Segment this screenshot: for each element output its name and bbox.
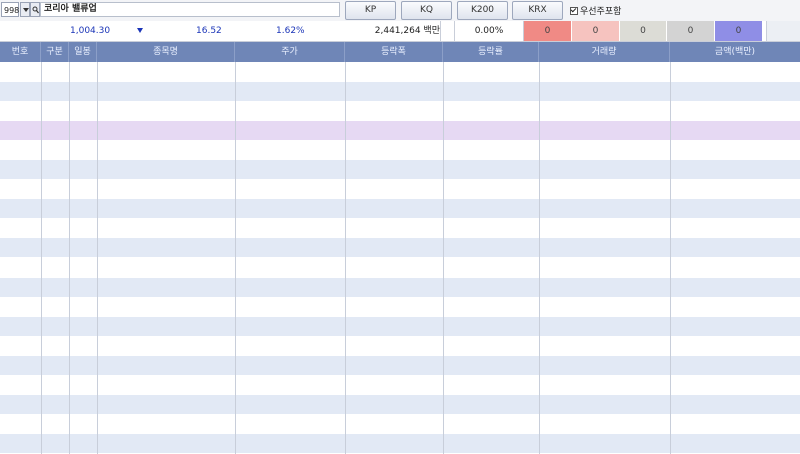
column-divider xyxy=(443,62,444,454)
col-header-change[interactable]: 등락폭 xyxy=(345,42,443,62)
table-row[interactable] xyxy=(0,258,800,277)
table-row[interactable] xyxy=(0,238,800,258)
count-flat: 0 xyxy=(620,21,667,41)
include-preferred-label: 우선주포함 xyxy=(580,7,622,17)
count-up: 0 xyxy=(572,21,620,41)
column-divider xyxy=(670,62,671,454)
col-header-no[interactable]: 번호 xyxy=(0,42,41,62)
toolbar: 998 코리아 밸류업 KP KQ K200 KRX 우선주포함 xyxy=(0,0,800,22)
table-row[interactable] xyxy=(0,356,800,375)
table-row[interactable] xyxy=(0,434,800,454)
kp-button[interactable]: KP xyxy=(345,1,396,20)
count-upper-limit: 0 xyxy=(524,21,572,41)
table-row[interactable] xyxy=(0,277,800,297)
column-divider xyxy=(69,62,70,454)
table-row[interactable] xyxy=(0,179,800,199)
chevron-down-icon[interactable] xyxy=(20,2,30,17)
table-row[interactable] xyxy=(0,160,800,179)
table-row[interactable] xyxy=(0,316,800,336)
table-row[interactable] xyxy=(0,218,800,238)
count-lower-limit: 0 xyxy=(715,21,763,41)
krx-button[interactable]: KRX xyxy=(512,1,563,20)
table-header: 번호 구분 일봉 종목명 주가 등락폭 등락률 거래량 금액(백만) xyxy=(0,42,800,62)
table-row[interactable] xyxy=(0,120,800,140)
table-row[interactable] xyxy=(0,336,800,356)
search-icon[interactable] xyxy=(30,2,40,17)
column-divider xyxy=(235,62,236,454)
k200-button[interactable]: K200 xyxy=(457,1,508,20)
table-row[interactable] xyxy=(0,199,800,219)
col-header-change-rate[interactable]: 등락률 xyxy=(443,42,539,62)
table-row[interactable] xyxy=(0,297,800,317)
summary-row: 1,004.30 16.52 1.62% 2,441,264 백만 0.00% … xyxy=(0,21,800,42)
down-arrow-icon xyxy=(137,28,143,33)
table-row[interactable] xyxy=(0,140,800,160)
index-change: 16.52 xyxy=(196,26,222,36)
col-header-amount[interactable]: 금액(백만) xyxy=(670,42,800,62)
col-header-name[interactable]: 종목명 xyxy=(97,42,235,62)
column-divider xyxy=(97,62,98,454)
kq-button[interactable]: KQ xyxy=(401,1,452,20)
column-divider xyxy=(539,62,540,454)
col-header-daily[interactable]: 일봉 xyxy=(69,42,97,62)
table-row[interactable] xyxy=(0,62,800,81)
stock-table: 번호 구분 일봉 종목명 주가 등락폭 등락률 거래량 금액(백만) xyxy=(0,42,800,454)
table-row[interactable] xyxy=(0,101,800,121)
col-header-type[interactable]: 구분 xyxy=(41,42,69,62)
index-price: 1,004.30 xyxy=(70,26,111,36)
table-row[interactable] xyxy=(0,375,800,395)
stock-name-field: 코리아 밸류업 xyxy=(40,2,340,17)
index-change-pct: 1.62% xyxy=(276,26,305,36)
table-row[interactable] xyxy=(0,81,800,101)
count-down: 0 xyxy=(667,21,715,41)
col-header-price[interactable]: 주가 xyxy=(235,42,345,62)
column-divider xyxy=(345,62,346,454)
trade-amount: 2,441,264 백만 xyxy=(374,26,440,36)
col-header-volume[interactable]: 거래량 xyxy=(539,42,670,62)
extra-cell xyxy=(766,21,800,41)
include-preferred-checkbox[interactable]: 우선주포함 xyxy=(570,4,621,17)
table-row[interactable] xyxy=(0,395,800,415)
table-row[interactable] xyxy=(0,414,800,434)
stock-code-input[interactable]: 998 xyxy=(1,2,19,17)
ratio-value: 0.00% xyxy=(454,21,524,41)
checkbox-icon[interactable] xyxy=(570,6,578,15)
index-summary: 1,004.30 16.52 1.62% 2,441,264 백만 xyxy=(0,21,441,41)
column-divider xyxy=(41,62,42,454)
